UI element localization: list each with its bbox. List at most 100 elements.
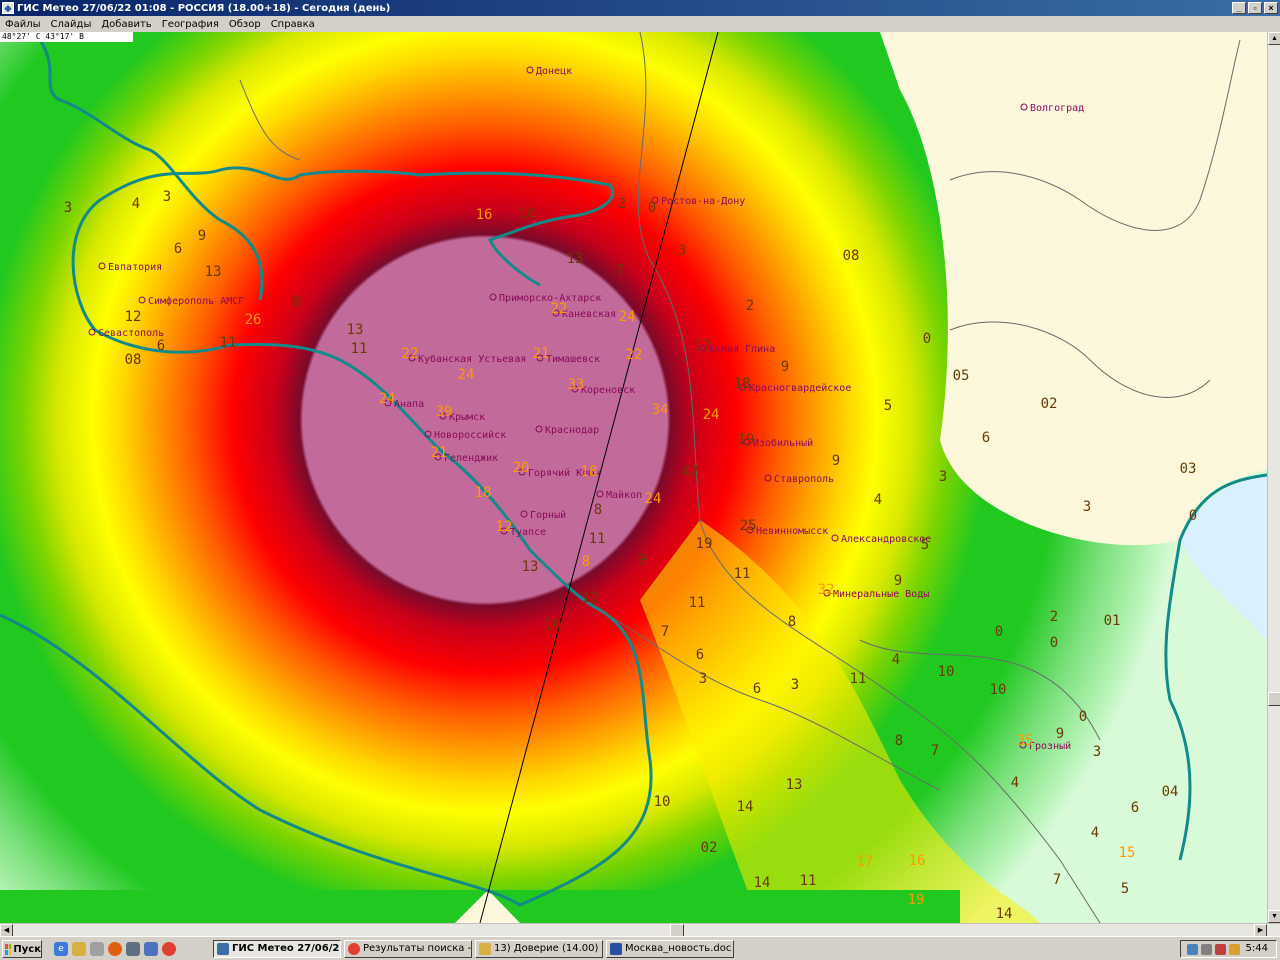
city-label: Майкоп <box>606 489 642 501</box>
media-quicklaunch-icon[interactable] <box>144 942 158 956</box>
start-button[interactable]: Пуск <box>2 940 42 958</box>
city-label: Евпатория <box>108 262 162 273</box>
task-word-doc[interactable]: Москва_новость.doc - ... <box>606 940 734 958</box>
value-label: 24 <box>645 491 662 507</box>
value-label: 14 <box>996 906 1013 922</box>
city-label: Каневская <box>562 309 616 320</box>
chrome-quicklaunch-icon[interactable] <box>162 942 176 956</box>
value-label: 7 <box>661 624 669 640</box>
menu-slides[interactable]: Слайды <box>46 19 97 30</box>
value-label: 6 <box>696 647 704 663</box>
value-label: 9 <box>894 573 902 589</box>
value-label: 9 <box>198 228 206 244</box>
value-label: 10 <box>519 206 536 222</box>
tray-app-icon[interactable] <box>1201 944 1212 955</box>
value-label: 3 <box>1083 499 1091 515</box>
value-label: 24 <box>379 391 396 407</box>
menu-geography[interactable]: География <box>157 19 224 30</box>
minimize-button[interactable]: _ <box>1232 2 1246 14</box>
value-label: 03 <box>1180 461 1197 477</box>
window-titlebar[interactable]: ◆ ГИС Метео 27/06/22 01:08 - РОССИЯ (18.… <box>0 0 1280 16</box>
value-label: 14 <box>737 799 754 815</box>
ie-quicklaunch-icon[interactable]: e <box>54 942 68 956</box>
app-quicklaunch-icon[interactable] <box>90 942 104 956</box>
city-label: Симферополь АМСГ <box>148 295 244 307</box>
value-label: 11 <box>220 335 237 351</box>
value-label: 4 <box>1011 775 1019 791</box>
value-label: 8 <box>895 733 903 749</box>
value-label: 42 <box>682 464 699 480</box>
value-label: 11 <box>800 873 817 889</box>
value-label: 10 <box>990 682 1007 698</box>
value-label: 3 <box>791 677 799 693</box>
menu-bar: Файлы Слайды Добавить География Обзор Сп… <box>0 16 1280 32</box>
value-label: 11 <box>589 531 606 547</box>
value-label: 11 <box>689 595 706 611</box>
clock: 5:44 <box>1245 943 1268 954</box>
city-label: Изобильный <box>753 437 813 449</box>
value-label: 17 <box>695 338 712 354</box>
app-icon: ◆ <box>2 2 14 14</box>
value-label: 05 <box>953 368 970 384</box>
value-label: 22 <box>626 347 643 363</box>
city-label: Минеральные Воды <box>833 589 929 600</box>
value-label: 16 <box>909 853 926 869</box>
tray-tool-icon[interactable] <box>1229 944 1240 955</box>
value-label: 19 <box>738 432 755 448</box>
value-label: 4 <box>892 652 900 668</box>
city-label: Донецк <box>536 66 572 77</box>
value-label: 25 <box>740 518 757 534</box>
value-label: 13 <box>347 322 364 338</box>
value-label: 0 <box>923 331 931 347</box>
vertical-scroll-thumb[interactable] <box>1268 692 1280 706</box>
vertical-scrollbar[interactable]: ▲ ▼ <box>1267 32 1280 923</box>
menu-files[interactable]: Файлы <box>0 19 46 30</box>
value-label: 34 <box>652 402 669 418</box>
value-label: 9 <box>1056 726 1064 742</box>
close-button[interactable]: × <box>1264 2 1278 14</box>
scroll-up-button[interactable]: ▲ <box>1268 32 1280 45</box>
value-label: 19 <box>908 892 925 908</box>
firefox-quicklaunch-icon[interactable] <box>108 942 122 956</box>
value-label: 7 <box>1053 872 1061 888</box>
value-label: 3 <box>163 189 171 205</box>
value-label: 10 <box>938 664 955 680</box>
restore-button[interactable]: ▫ <box>1248 2 1262 14</box>
value-label: 24 <box>703 407 720 423</box>
menu-help[interactable]: Справка <box>266 19 320 30</box>
value-label: 6 <box>174 241 182 257</box>
value-label: 08 <box>843 248 860 264</box>
value-label: 11 <box>850 671 867 687</box>
city-label: Ставрополь <box>774 474 834 485</box>
value-label: 17 <box>857 854 874 870</box>
task-search-results[interactable]: Результаты поиска - е... <box>344 940 472 958</box>
value-label: 5 <box>921 537 929 553</box>
value-label: 15 <box>1119 845 1136 861</box>
horizontal-scrollbar[interactable]: ◀ ▶ <box>0 923 1280 937</box>
value-label: 22 <box>551 301 568 317</box>
task-folder[interactable]: 13) Доверие (14.00) <box>475 940 603 958</box>
value-label: 2 <box>1050 609 1058 625</box>
menu-add[interactable]: Добавить <box>96 19 156 30</box>
coordinate-readout: 48°27' С 43°17' В <box>0 32 133 42</box>
scroll-down-button[interactable]: ▼ <box>1268 910 1280 923</box>
word-icon <box>610 943 622 955</box>
city-label: Краснодар <box>545 425 599 436</box>
value-label: 14 <box>754 875 771 891</box>
value-label: 0 <box>648 200 656 216</box>
value-label: 08 <box>125 352 142 368</box>
value-label: 8 <box>582 554 590 570</box>
chrome-icon <box>348 943 360 955</box>
volume-icon[interactable] <box>1215 944 1226 955</box>
task-gismeteo[interactable]: ГИС Метео 27/06/22 ... <box>213 940 341 958</box>
menu-view[interactable]: Обзор <box>224 19 266 30</box>
city-label: Белая Глина <box>709 344 775 355</box>
city-label: Крымск <box>449 412 485 423</box>
folder-quicklaunch-icon[interactable] <box>72 942 86 956</box>
network-icon[interactable] <box>1187 944 1198 955</box>
tool-quicklaunch-icon[interactable] <box>126 942 140 956</box>
value-label: 20 <box>513 460 530 476</box>
value-label: 26 <box>245 312 262 328</box>
map-canvas[interactable]: Донецк Волгоград Ростов-на-Дону Евпатория Си… <box>0 32 1267 923</box>
city-label: Кубанская Устьевая <box>418 353 526 365</box>
